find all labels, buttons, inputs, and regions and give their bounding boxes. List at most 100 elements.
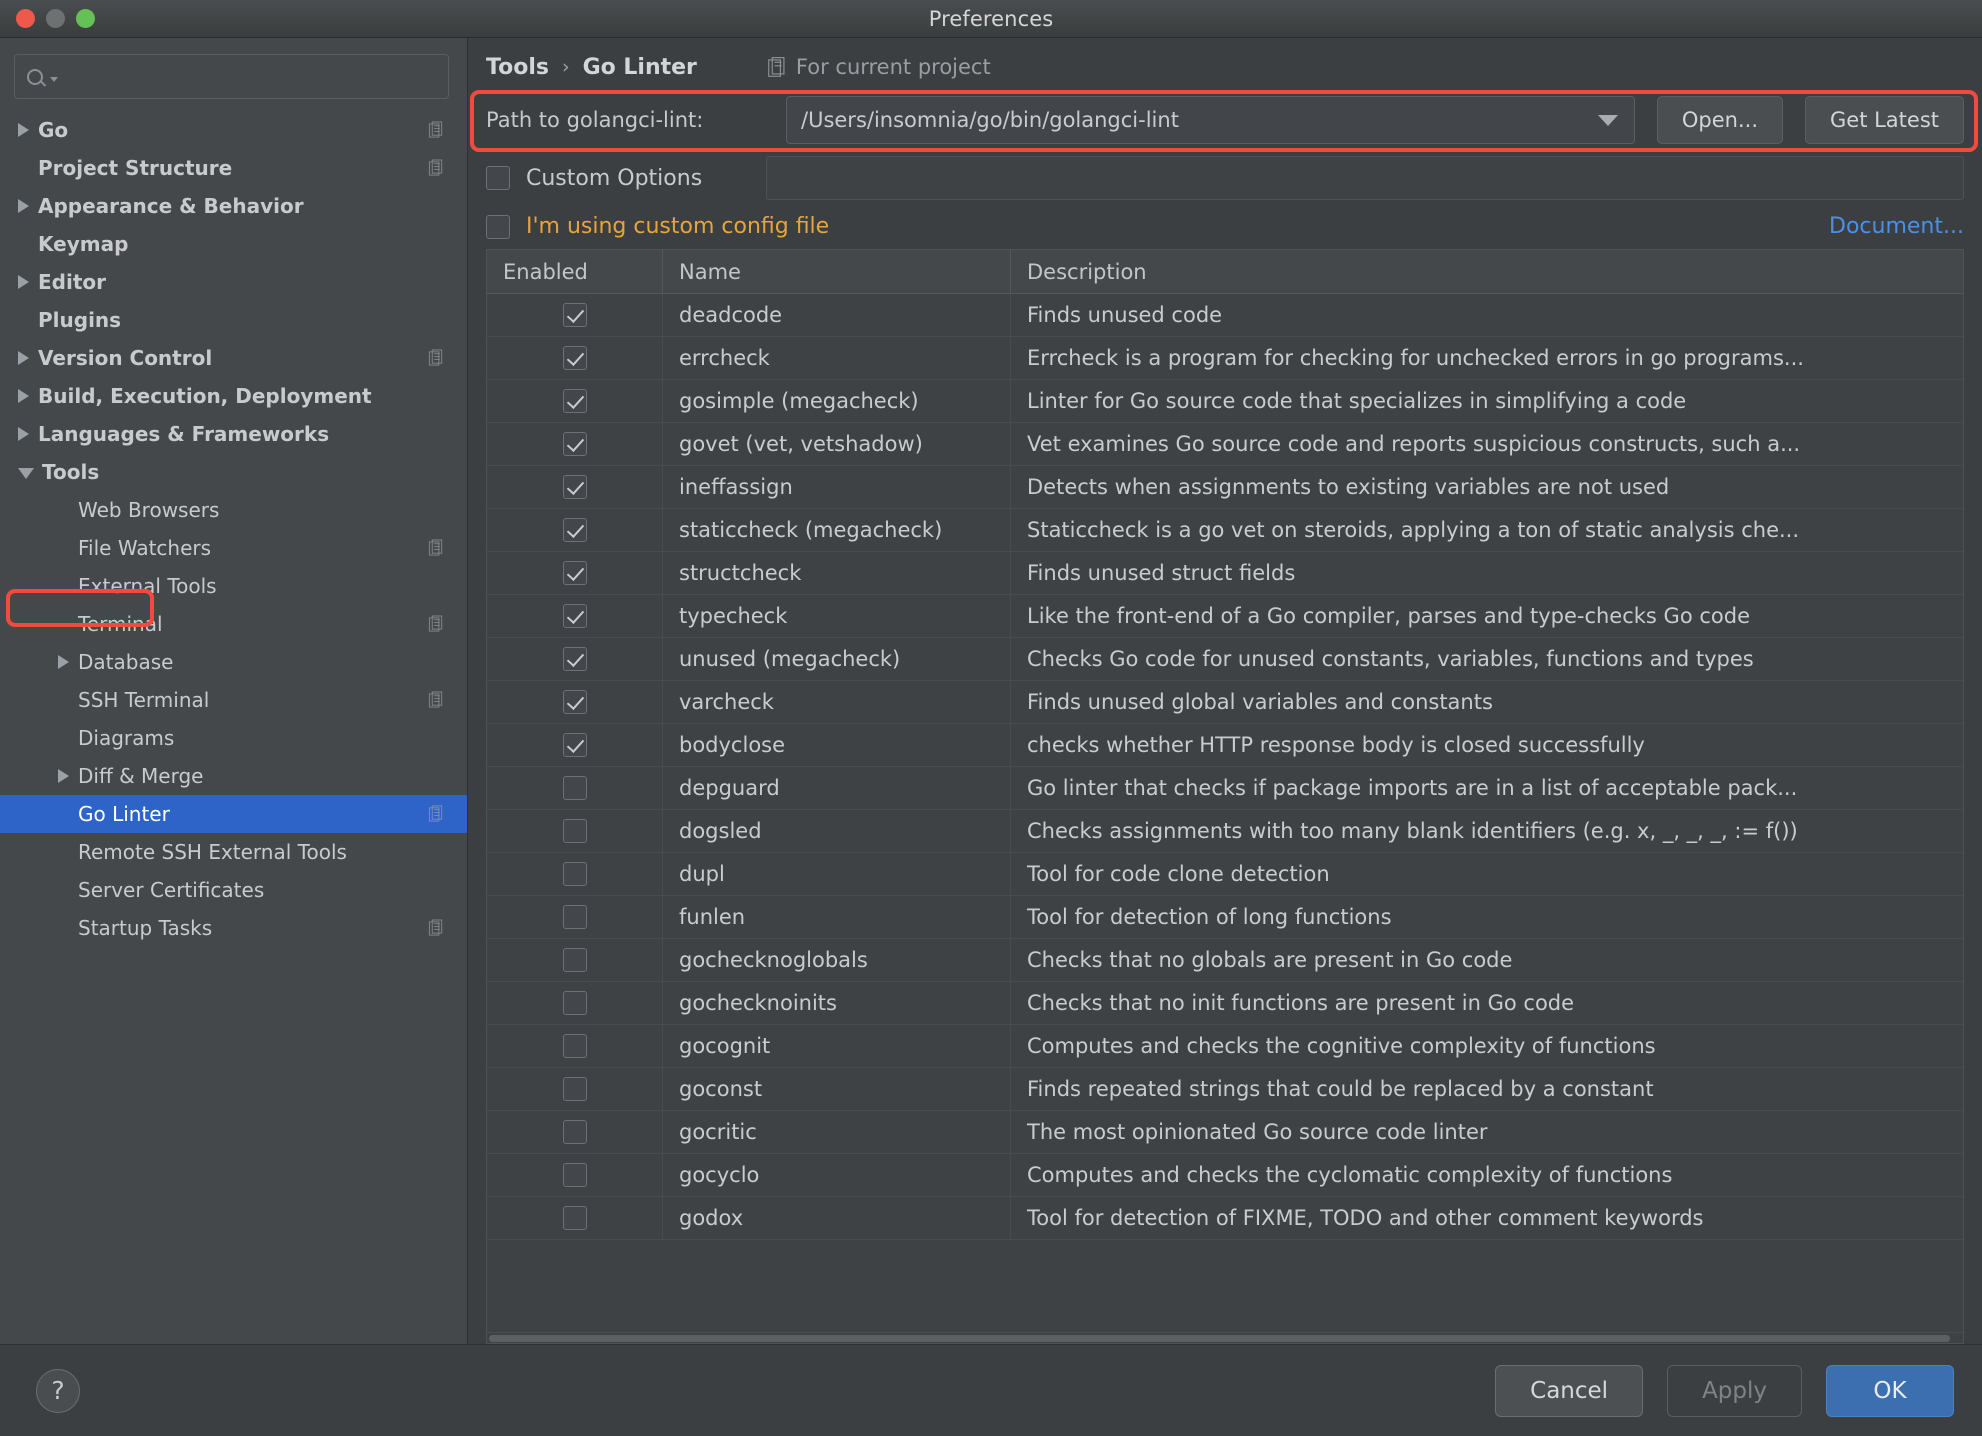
table-row[interactable]: gochecknoglobalsChecks that no globals a…: [487, 939, 1963, 982]
linter-enabled-checkbox[interactable]: [563, 432, 587, 456]
table-row[interactable]: errcheckErrcheck is a program for checki…: [487, 337, 1963, 380]
linter-enabled-checkbox[interactable]: [563, 1034, 587, 1058]
chevron-down-icon[interactable]: [18, 468, 34, 479]
linter-enabled-checkbox[interactable]: [563, 346, 587, 370]
chevron-right-icon[interactable]: [18, 427, 29, 441]
column-header-name[interactable]: Name: [663, 250, 1011, 293]
table-row[interactable]: typecheckLike the front-end of a Go comp…: [487, 595, 1963, 638]
linter-enabled-checkbox[interactable]: [563, 518, 587, 542]
sidebar-item-diff-merge[interactable]: Diff & Merge: [0, 757, 467, 795]
sidebar-item-terminal[interactable]: Terminal: [0, 605, 467, 643]
cancel-button[interactable]: Cancel: [1495, 1365, 1643, 1417]
sidebar-item-go[interactable]: Go: [0, 111, 467, 149]
copy-settings-icon[interactable]: [428, 806, 445, 823]
chevron-right-icon[interactable]: [18, 275, 29, 289]
linter-enabled-checkbox[interactable]: [563, 1163, 587, 1187]
column-header-description[interactable]: Description: [1011, 250, 1963, 293]
sidebar-item-startup-tasks[interactable]: Startup Tasks: [0, 909, 467, 947]
chevron-right-icon[interactable]: [18, 389, 29, 403]
column-header-enabled[interactable]: Enabled: [487, 250, 663, 293]
sidebar-item-diagrams[interactable]: Diagrams: [0, 719, 467, 757]
table-row[interactable]: depguardGo linter that checks if package…: [487, 767, 1963, 810]
sidebar-item-database[interactable]: Database: [0, 643, 467, 681]
chevron-right-icon[interactable]: [58, 769, 69, 783]
sidebar-item-build-execution-deployment[interactable]: Build, Execution, Deployment: [0, 377, 467, 415]
sidebar-item-version-control[interactable]: Version Control: [0, 339, 467, 377]
sidebar-item-server-certificates[interactable]: Server Certificates: [0, 871, 467, 909]
table-row[interactable]: godoxTool for detection of FIXME, TODO a…: [487, 1197, 1963, 1240]
table-row[interactable]: bodyclosechecks whether HTTP response bo…: [487, 724, 1963, 767]
linter-enabled-checkbox[interactable]: [563, 1120, 587, 1144]
scrollbar-thumb[interactable]: [489, 1335, 1950, 1342]
table-row[interactable]: gochecknoinitsChecks that no init functi…: [487, 982, 1963, 1025]
copy-settings-icon[interactable]: [428, 350, 445, 367]
linter-enabled-checkbox[interactable]: [563, 1077, 587, 1101]
ok-button[interactable]: OK: [1826, 1365, 1954, 1417]
custom-config-checkbox[interactable]: [486, 215, 510, 239]
chevron-right-icon[interactable]: [18, 351, 29, 365]
get-latest-button[interactable]: Get Latest: [1805, 96, 1964, 144]
sidebar-item-project-structure[interactable]: Project Structure: [0, 149, 467, 187]
table-row[interactable]: unused (megacheck)Checks Go code for unu…: [487, 638, 1963, 681]
table-row[interactable]: ineffassignDetects when assignments to e…: [487, 466, 1963, 509]
linter-enabled-checkbox[interactable]: [563, 733, 587, 757]
table-row[interactable]: gocycloComputes and checks the cyclomati…: [487, 1154, 1963, 1197]
copy-settings-icon[interactable]: [428, 122, 445, 139]
sidebar-item-languages-frameworks[interactable]: Languages & Frameworks: [0, 415, 467, 453]
table-row[interactable]: deadcodeFinds unused code: [487, 294, 1963, 337]
linter-enabled-checkbox[interactable]: [563, 991, 587, 1015]
linter-enabled-checkbox[interactable]: [563, 819, 587, 843]
copy-settings-icon[interactable]: [428, 540, 445, 557]
golangci-lint-path-combobox[interactable]: /Users/insomnia/go/bin/golangci-lint: [786, 96, 1635, 144]
table-row[interactable]: structcheckFinds unused struct fields: [487, 552, 1963, 595]
table-row[interactable]: gocriticThe most opinionated Go source c…: [487, 1111, 1963, 1154]
table-row[interactable]: gocognitComputes and checks the cognitiv…: [487, 1025, 1963, 1068]
linter-enabled-checkbox[interactable]: [563, 948, 587, 972]
table-horizontal-scrollbar[interactable]: [487, 1332, 1963, 1343]
sidebar-item-web-browsers[interactable]: Web Browsers: [0, 491, 467, 529]
custom-options-checkbox[interactable]: [486, 166, 510, 190]
table-row[interactable]: varcheckFinds unused global variables an…: [487, 681, 1963, 724]
sidebar-item-file-watchers[interactable]: File Watchers: [0, 529, 467, 567]
sidebar-item-editor[interactable]: Editor: [0, 263, 467, 301]
table-row[interactable]: govet (vet, vetshadow)Vet examines Go so…: [487, 423, 1963, 466]
custom-options-input[interactable]: [766, 156, 1964, 200]
chevron-right-icon[interactable]: [18, 199, 29, 213]
sidebar-item-go-linter[interactable]: Go Linter: [0, 795, 467, 833]
linter-enabled-checkbox[interactable]: [563, 1206, 587, 1230]
sidebar-item-tools[interactable]: Tools: [0, 453, 467, 491]
sidebar-item-plugins[interactable]: Plugins: [0, 301, 467, 339]
sidebar-item-ssh-terminal[interactable]: SSH Terminal: [0, 681, 467, 719]
help-button[interactable]: ?: [36, 1369, 80, 1413]
document-link[interactable]: Document...: [1829, 214, 1964, 239]
copy-settings-icon[interactable]: [428, 692, 445, 709]
sidebar-item-remote-ssh-external-tools[interactable]: Remote SSH External Tools: [0, 833, 467, 871]
copy-settings-icon[interactable]: [428, 616, 445, 633]
chevron-right-icon[interactable]: [58, 655, 69, 669]
linter-enabled-checkbox[interactable]: [563, 561, 587, 585]
open-button[interactable]: Open...: [1657, 96, 1783, 144]
table-row[interactable]: staticcheck (megacheck)Staticcheck is a …: [487, 509, 1963, 552]
linter-enabled-checkbox[interactable]: [563, 475, 587, 499]
chevron-right-icon[interactable]: [18, 123, 29, 137]
table-row[interactable]: duplTool for code clone detection: [487, 853, 1963, 896]
linter-enabled-checkbox[interactable]: [563, 690, 587, 714]
chevron-down-icon[interactable]: [1598, 115, 1618, 126]
linter-enabled-checkbox[interactable]: [563, 862, 587, 886]
table-row[interactable]: dogsledChecks assignments with too many …: [487, 810, 1963, 853]
sidebar-item-appearance-behavior[interactable]: Appearance & Behavior: [0, 187, 467, 225]
copy-settings-icon[interactable]: [428, 920, 445, 937]
search-input[interactable]: [14, 54, 449, 99]
linter-enabled-checkbox[interactable]: [563, 389, 587, 413]
sidebar-item-keymap[interactable]: Keymap: [0, 225, 467, 263]
sidebar-item-external-tools[interactable]: External Tools: [0, 567, 467, 605]
linter-enabled-checkbox[interactable]: [563, 604, 587, 628]
linter-enabled-checkbox[interactable]: [563, 905, 587, 929]
breadcrumb-parent[interactable]: Tools: [486, 55, 549, 80]
table-row[interactable]: funlenTool for detection of long functio…: [487, 896, 1963, 939]
table-row[interactable]: goconstFinds repeated strings that could…: [487, 1068, 1963, 1111]
linter-enabled-checkbox[interactable]: [563, 647, 587, 671]
linter-enabled-checkbox[interactable]: [563, 303, 587, 327]
table-row[interactable]: gosimple (megacheck)Linter for Go source…: [487, 380, 1963, 423]
linter-enabled-checkbox[interactable]: [563, 776, 587, 800]
